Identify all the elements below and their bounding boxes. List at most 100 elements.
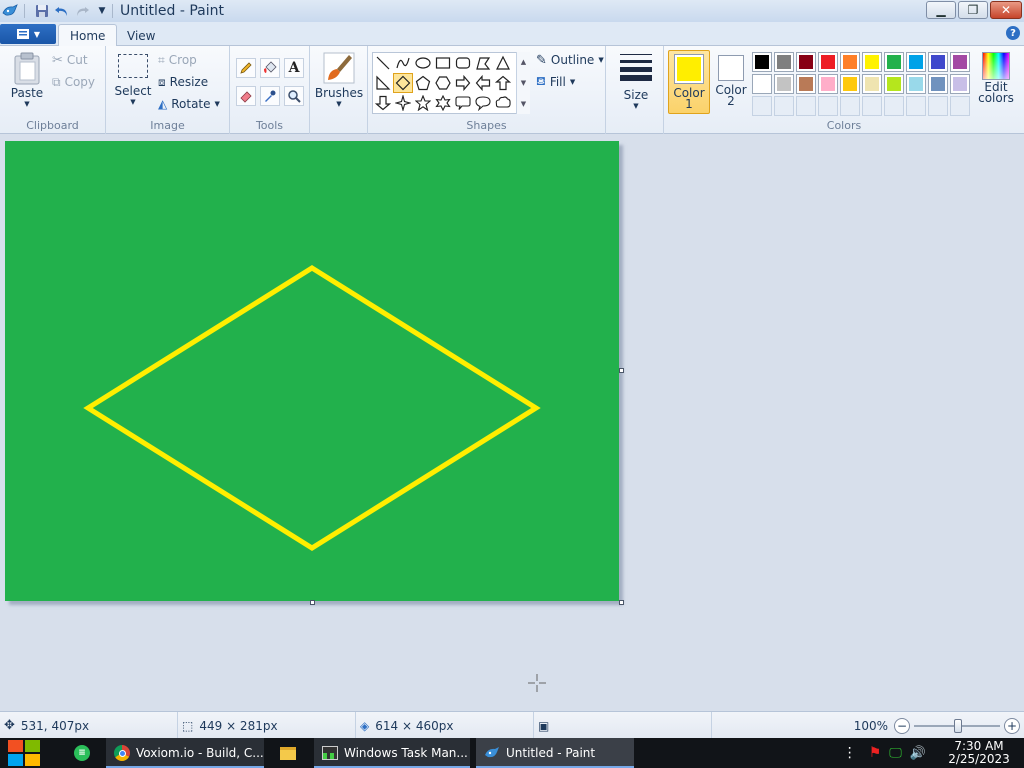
expand-gallery-icon[interactable]: ▼: [521, 100, 526, 108]
rectangle-shape-icon[interactable]: [433, 53, 453, 73]
oval-shape-icon[interactable]: [413, 53, 433, 73]
down-arrow-shape-icon[interactable]: [373, 93, 393, 113]
palette-custom-swatch[interactable]: [752, 96, 772, 116]
right-arrow-shape-icon[interactable]: [453, 73, 473, 93]
resize-handle-right[interactable]: [619, 368, 624, 373]
polygon-shape-icon[interactable]: [473, 53, 493, 73]
palette-color-swatch[interactable]: [818, 52, 838, 72]
palette-custom-swatch[interactable]: [884, 96, 904, 116]
palette-color-swatch[interactable]: [774, 52, 794, 72]
palette-custom-swatch[interactable]: [818, 96, 838, 116]
resize-button[interactable]: ⧈ Resize: [158, 72, 208, 92]
palette-custom-swatch[interactable]: [906, 96, 926, 116]
shapes-scrollbar[interactable]: ▲ ▼ ▼: [516, 52, 530, 114]
paste-button[interactable]: Paste ▼: [8, 52, 46, 108]
palette-color-swatch[interactable]: [774, 74, 794, 94]
help-icon[interactable]: ?: [1006, 26, 1020, 40]
undo-icon[interactable]: [52, 1, 72, 21]
size-button[interactable]: Size ▼: [618, 52, 654, 110]
minimize-button[interactable]: ▁: [926, 1, 956, 19]
left-arrow-shape-icon[interactable]: [473, 73, 493, 93]
taskbar-file-explorer[interactable]: [272, 738, 308, 768]
windows-start-button[interactable]: [8, 740, 42, 766]
color1-button[interactable]: Color 1: [668, 50, 710, 114]
palette-color-swatch[interactable]: [950, 52, 970, 72]
volume-icon[interactable]: 🔊: [906, 746, 934, 761]
network-icon[interactable]: 🖵: [885, 746, 906, 761]
hexagon-shape-icon[interactable]: [433, 73, 453, 93]
tab-view[interactable]: View: [116, 24, 166, 47]
eraser-icon[interactable]: [236, 86, 256, 106]
zoom-slider-thumb[interactable]: [954, 718, 962, 733]
palette-custom-swatch[interactable]: [796, 96, 816, 116]
six-point-star-icon[interactable]: [433, 93, 453, 113]
taskbar-paint[interactable]: Untitled - Paint: [476, 738, 634, 768]
palette-color-swatch[interactable]: [796, 74, 816, 94]
copy-button[interactable]: ⧉ Copy: [52, 72, 95, 92]
text-tool-icon[interactable]: A: [284, 58, 304, 78]
triangle-shape-icon[interactable]: [493, 53, 513, 73]
crop-button[interactable]: ⌗ Crop: [158, 50, 197, 70]
palette-color-swatch[interactable]: [752, 74, 772, 94]
palette-color-swatch[interactable]: [840, 52, 860, 72]
zoom-slider[interactable]: [914, 718, 1000, 734]
curve-shape-icon[interactable]: [393, 53, 413, 73]
pencil-icon[interactable]: [236, 58, 256, 78]
palette-custom-swatch[interactable]: [928, 96, 948, 116]
diamond-shape-icon[interactable]: [393, 73, 413, 93]
edit-colors-button[interactable]: Edit colors: [974, 52, 1018, 116]
outline-button[interactable]: ✎ Outline ▼: [536, 50, 604, 70]
fill-button[interactable]: ⛾ Fill ▼: [536, 72, 575, 92]
up-arrow-shape-icon[interactable]: [493, 73, 513, 93]
restore-button[interactable]: ❐: [958, 1, 988, 19]
palette-color-swatch[interactable]: [862, 74, 882, 94]
rotate-button[interactable]: ◭ Rotate ▼: [158, 94, 220, 114]
color-picker-icon[interactable]: [260, 86, 280, 106]
close-button[interactable]: ✕: [990, 1, 1022, 19]
palette-color-swatch[interactable]: [884, 74, 904, 94]
palette-color-swatch[interactable]: [906, 52, 926, 72]
pentagon-shape-icon[interactable]: [413, 73, 433, 93]
zoom-out-button[interactable]: −: [894, 717, 910, 734]
taskbar-chrome[interactable]: Voxiom.io - Build, C...: [106, 738, 264, 768]
rounded-rectangle-shape-icon[interactable]: [453, 53, 473, 73]
more-tray-icon[interactable]: ⋮: [835, 745, 865, 761]
resize-handle-bottom[interactable]: [310, 600, 315, 605]
taskbar-task-manager[interactable]: Windows Task Man...: [314, 738, 470, 768]
action-center-flag-icon[interactable]: ⚑: [865, 745, 886, 761]
taskbar-app-green[interactable]: ≡: [66, 738, 102, 768]
palette-color-swatch[interactable]: [928, 74, 948, 94]
drawing-canvas[interactable]: [5, 141, 619, 601]
four-point-star-icon[interactable]: [393, 93, 413, 113]
rounded-callout-icon[interactable]: [453, 93, 473, 113]
palette-custom-swatch[interactable]: [862, 96, 882, 116]
cut-button[interactable]: ✂ Cut: [52, 50, 88, 70]
fill-bucket-icon[interactable]: [260, 58, 280, 78]
palette-color-swatch[interactable]: [752, 52, 772, 72]
clock[interactable]: 7:30 AM 2/25/2023: [934, 740, 1024, 766]
five-point-star-icon[interactable]: [413, 93, 433, 113]
palette-color-swatch[interactable]: [906, 74, 926, 94]
paint-app-icon[interactable]: [0, 1, 20, 21]
palette-custom-swatch[interactable]: [774, 96, 794, 116]
file-menu-button[interactable]: ▼: [0, 24, 56, 44]
palette-custom-swatch[interactable]: [840, 96, 860, 116]
cloud-callout-icon[interactable]: [493, 93, 513, 113]
palette-color-swatch[interactable]: [840, 74, 860, 94]
magnifier-icon[interactable]: [284, 86, 304, 106]
palette-color-swatch[interactable]: [862, 52, 882, 72]
scroll-down-icon[interactable]: ▼: [521, 79, 526, 87]
customize-toolbar-icon[interactable]: ▼: [92, 1, 112, 21]
line-shape-icon[interactable]: [373, 53, 393, 73]
palette-color-swatch[interactable]: [928, 52, 948, 72]
zoom-in-button[interactable]: +: [1004, 717, 1020, 734]
tab-home[interactable]: Home: [58, 24, 118, 47]
save-icon[interactable]: [32, 1, 52, 21]
select-button[interactable]: Select ▼: [114, 54, 152, 106]
color2-button[interactable]: Color 2: [714, 50, 748, 114]
palette-color-swatch[interactable]: [950, 74, 970, 94]
scroll-up-icon[interactable]: ▲: [521, 58, 526, 66]
resize-handle-corner[interactable]: [619, 600, 624, 605]
redo-icon[interactable]: [72, 1, 92, 21]
palette-color-swatch[interactable]: [884, 52, 904, 72]
